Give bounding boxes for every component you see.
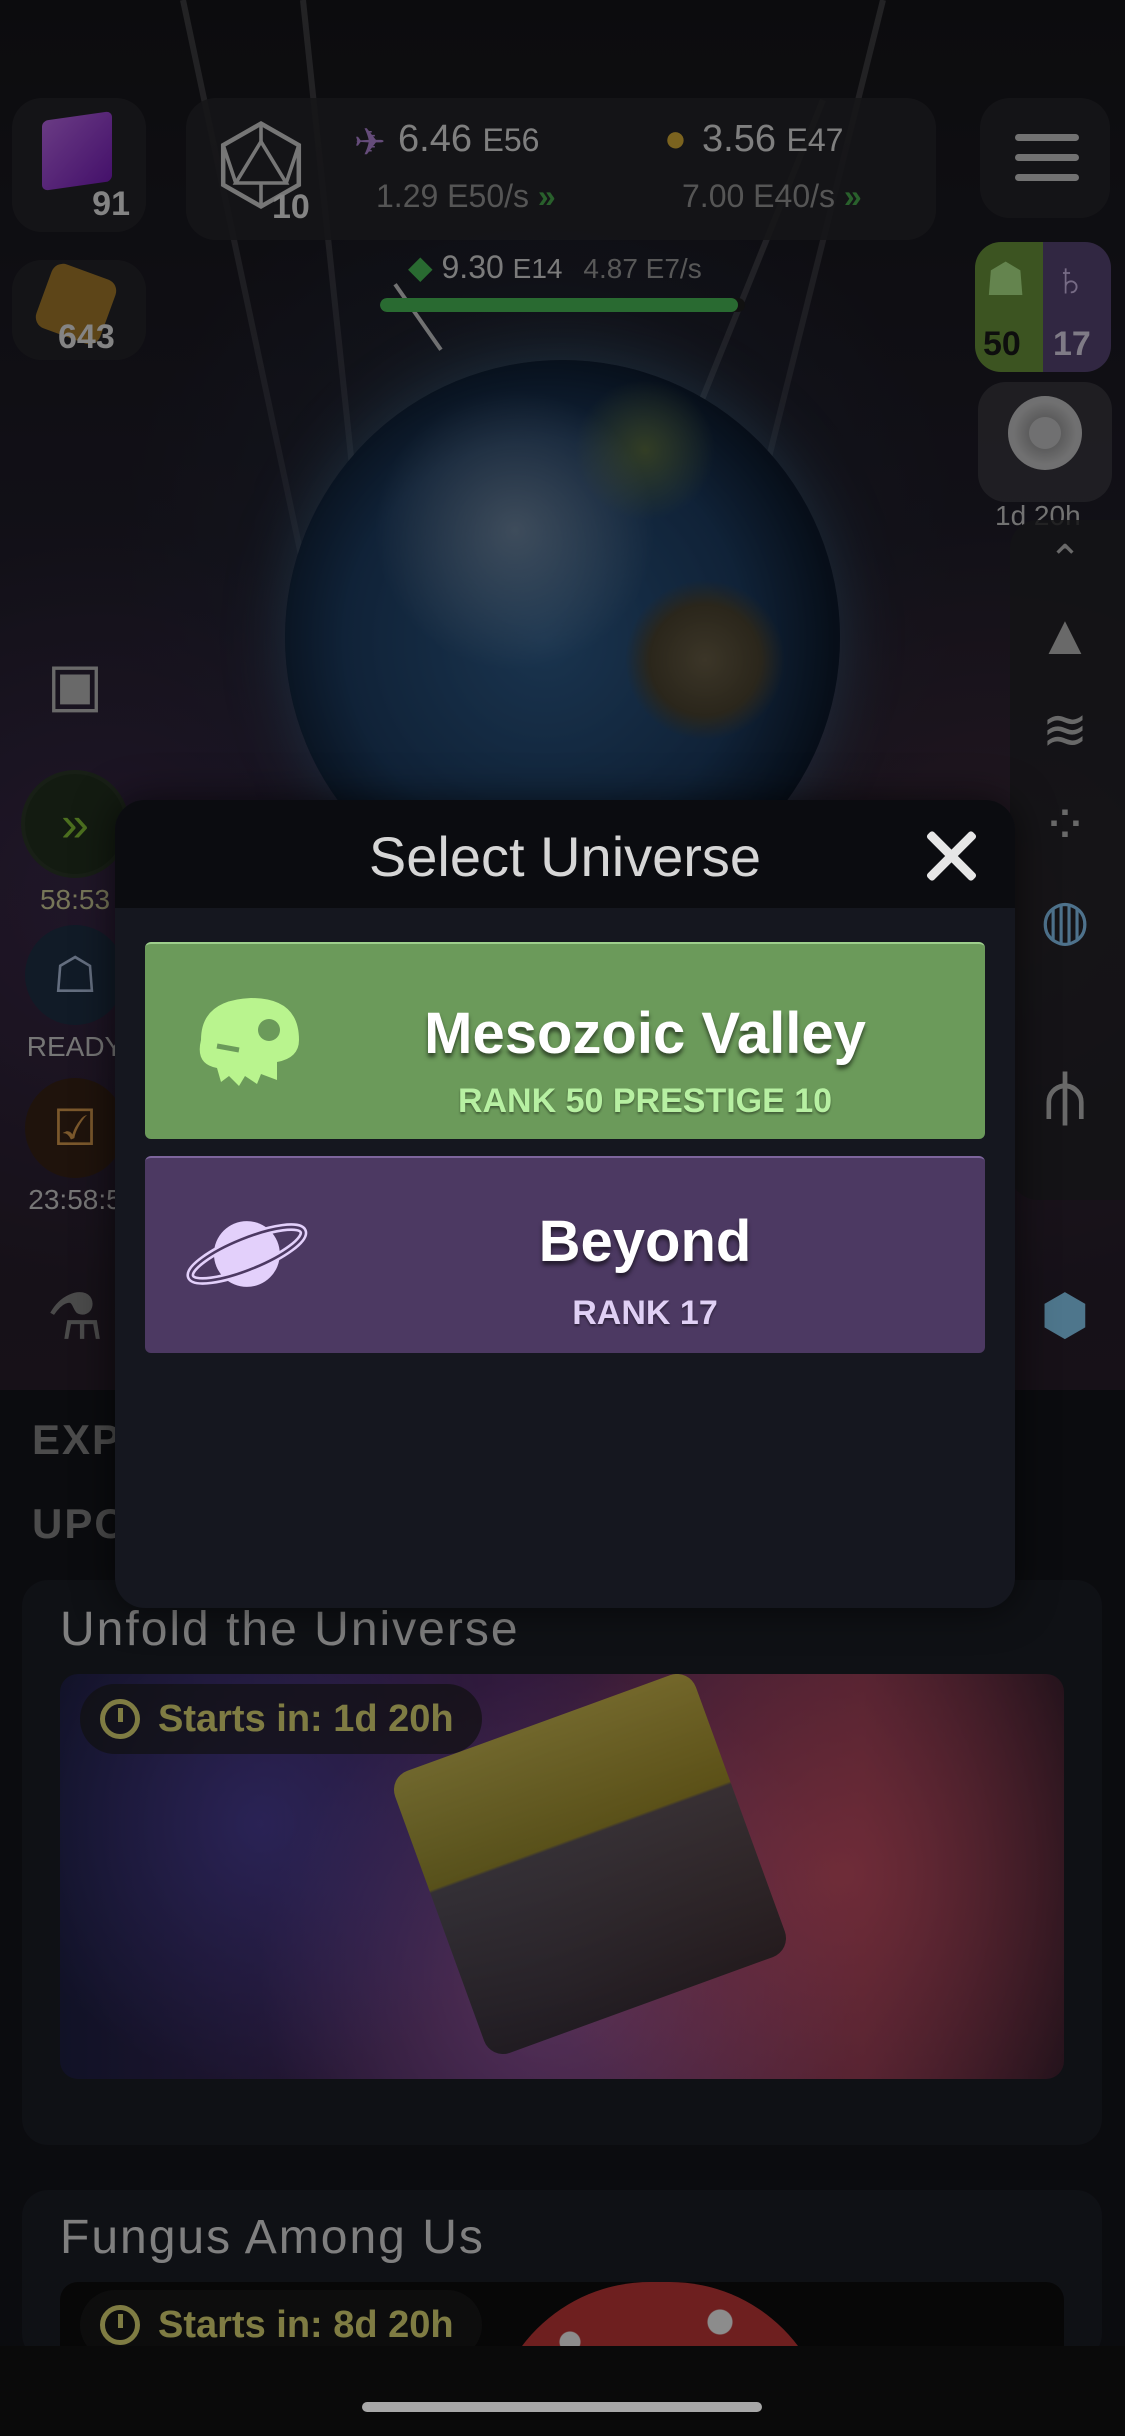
universe-rank: RANK 17	[572, 1294, 718, 1332]
universe-name: Beyond	[538, 1209, 752, 1274]
dialog-title: Select Universe	[368, 825, 762, 888]
universe-option-beyond[interactable]: Beyond RANK 17	[145, 1156, 985, 1353]
universe-rank: RANK 50 PRESTIGE 10	[457, 1082, 833, 1120]
dialog-header: Select Universe	[115, 800, 1015, 908]
select-universe-dialog: Select Universe Mesozoic Valley RANK 50 …	[115, 800, 1015, 1608]
home-indicator[interactable]	[362, 2402, 762, 2412]
universe-name: Mesozoic Valley	[424, 1001, 866, 1066]
dinosaur-skull-icon	[199, 998, 299, 1086]
close-icon[interactable]	[923, 828, 979, 884]
universe-option-mesozoic-valley[interactable]: Mesozoic Valley RANK 50 PRESTIGE 10	[145, 942, 985, 1139]
planet-icon	[186, 1221, 308, 1287]
system-bottom-bar	[0, 2346, 1125, 2436]
